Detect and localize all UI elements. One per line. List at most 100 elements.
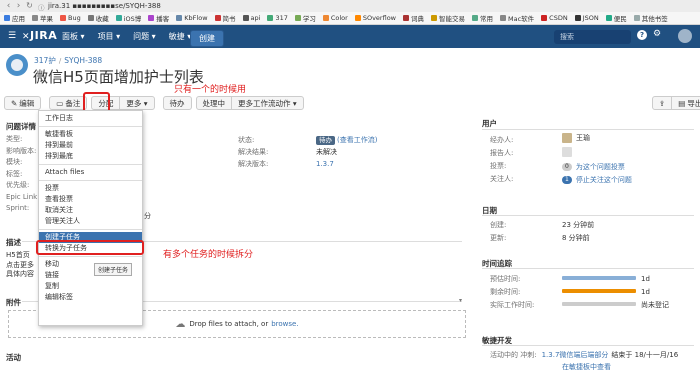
bookmark-label: 应用	[12, 15, 25, 23]
nav-issues[interactable]: 问题 ▾	[133, 31, 156, 42]
todo-button[interactable]: 待办	[162, 96, 192, 110]
browse-link[interactable]: browse.	[271, 320, 298, 328]
remaining-bar	[562, 289, 636, 293]
menu-item-view-votes[interactable]: 查看投票	[39, 194, 142, 205]
details-heading: 问题详情	[6, 122, 36, 131]
bookmark-item[interactable]: iOS博	[115, 13, 141, 23]
people-divider	[482, 129, 694, 130]
info-icon[interactable]: ⓘ	[38, 2, 45, 12]
bookmark-item[interactable]: 词典	[403, 13, 424, 23]
menu-item-vote[interactable]: 投票	[39, 183, 142, 194]
forward-icon[interactable]: ›	[14, 1, 23, 11]
settings-icon[interactable]: ⚙	[653, 29, 661, 39]
comment-button[interactable]: ▭ 备注	[49, 96, 88, 110]
more-button[interactable]: 更多 ▾	[119, 96, 155, 110]
export-button[interactable]: ▤ 导出	[671, 96, 700, 110]
help-icon[interactable]: ?	[637, 30, 647, 40]
view-board-link[interactable]: 在敏捷板中查看	[562, 362, 611, 372]
bookmark-icon	[354, 15, 361, 21]
nav-dashboards[interactable]: 面板 ▾	[62, 31, 85, 42]
url-field[interactable]: jira.31 ▪▪▪▪▪▪▪▪▪se/SYQH-388	[48, 2, 161, 10]
dates-divider	[482, 215, 694, 216]
bookmark-item[interactable]: 317	[267, 14, 288, 22]
bookmark-item[interactable]: JSON	[574, 14, 599, 22]
bookmark-icon	[605, 15, 612, 21]
bookmark-icon	[574, 15, 581, 21]
share-button[interactable]: ⇪	[652, 96, 673, 110]
sprint-link[interactable]: 1.3.7微信端后端部分	[542, 350, 609, 360]
annotation-subtask: 有多个任务的时候拆分	[163, 250, 254, 260]
bookmark-item[interactable]: Color	[322, 14, 348, 22]
estimated-value: 1d	[641, 275, 650, 283]
attachments-options-icon[interactable]: ▾	[459, 297, 462, 304]
in-progress-button[interactable]: 处理中	[195, 96, 233, 110]
sprint-end: 结束于 18/十一月/16	[611, 351, 679, 359]
nav-agile[interactable]: 敏捷 ▾	[169, 31, 192, 42]
description-text: H5首页 点击更多 具体内容	[6, 251, 34, 278]
bookmark-item[interactable]: 便民	[605, 13, 627, 23]
breadcrumb-project[interactable]: 317护	[34, 55, 56, 66]
attachments-heading: 附件	[6, 298, 21, 307]
bookmark-item[interactable]: Bug	[60, 14, 81, 22]
assignee-name[interactable]: 王瑜	[576, 133, 590, 143]
workflow-button[interactable]: 更多工作流动作 ▾	[231, 96, 304, 110]
create-button[interactable]: 创建	[190, 30, 224, 47]
bookmark-item[interactable]: KbFlow	[176, 14, 208, 22]
breadcrumb-separator: /	[58, 56, 62, 65]
comment-icon: ▭	[56, 98, 64, 108]
app-switcher-icon[interactable]: ☰	[8, 31, 16, 41]
bookmark-item[interactable]: 其他书签	[633, 13, 668, 23]
logged-label: 实际工作时间:	[490, 301, 535, 309]
bookmark-item[interactable]: 学习	[294, 13, 316, 23]
menu-item-log-work[interactable]: 工作日志	[39, 113, 142, 124]
reload-icon[interactable]: ↻	[25, 1, 34, 10]
assignee-avatar	[562, 133, 572, 143]
menu-item-manage-watchers[interactable]: 管理关注人	[39, 216, 142, 227]
fix-version-link[interactable]: 1.3.7	[316, 158, 377, 170]
edit-button[interactable]: ✎ 编辑	[4, 96, 42, 110]
bookmark-item[interactable]: 收藏	[87, 13, 109, 23]
created-label: 创建:	[490, 221, 507, 229]
details-labels: 类型: 影响版本: 模块: 标签: 优先级: Epic Link: Sprint…	[6, 135, 40, 212]
breadcrumb-issue-key[interactable]: SYQH-388	[64, 56, 102, 65]
bookmark-label: 播客	[156, 15, 170, 23]
bookmark-item[interactable]: 应用	[4, 13, 25, 23]
view-workflow-link[interactable]: (查看工作流)	[337, 134, 377, 146]
project-avatar[interactable]	[6, 54, 28, 76]
bookmark-icon	[242, 15, 249, 21]
menu-item-agile-board[interactable]: 敏捷看板	[39, 129, 142, 140]
menu-item-attach-files[interactable]: Attach files	[39, 167, 142, 178]
votes-count: 0	[562, 163, 572, 171]
bookmark-item[interactable]: 智能交易	[431, 13, 465, 23]
menu-item-stop-watching[interactable]: 取消关注	[39, 205, 142, 216]
menu-item-rank-top[interactable]: 排到最前	[39, 140, 142, 151]
bookmark-label: 简书	[222, 15, 236, 23]
back-icon[interactable]: ‹	[4, 1, 13, 11]
bookmark-item[interactable]: CSDN	[541, 14, 568, 22]
bookmark-label: 智能交易	[439, 15, 465, 23]
time-divider	[482, 268, 694, 269]
bookmark-item[interactable]: SOverflow	[354, 14, 396, 22]
bookmark-icon	[472, 15, 478, 21]
bookmark-item[interactable]: Mac软件	[500, 13, 534, 23]
menu-item-edit-labels[interactable]: 编辑标签	[39, 292, 142, 303]
bookmark-item[interactable]: 播客	[148, 13, 169, 23]
bookmark-icon	[431, 15, 437, 21]
jira-logo[interactable]: ✕JIRA	[22, 29, 57, 42]
stop-watching-link[interactable]: 停止关注这个问题	[576, 175, 632, 185]
avatar[interactable]	[678, 29, 692, 43]
menu-item-rank-bottom[interactable]: 排到最底	[39, 151, 142, 162]
menu-item-clone[interactable]: 复制	[39, 281, 142, 292]
resolution-label: 解决结果:	[238, 148, 269, 156]
search-input[interactable]: 搜索	[554, 30, 631, 44]
bookmark-item[interactable]: 苹果	[32, 13, 53, 23]
bookmark-item[interactable]: 简书	[214, 13, 236, 23]
bookmark-item[interactable]: api	[242, 14, 260, 22]
bookmark-icon	[87, 15, 94, 21]
bookmark-item[interactable]: 常用	[472, 13, 493, 23]
vote-link[interactable]: 为这个问题投票	[576, 162, 625, 172]
nav-projects[interactable]: 项目 ▾	[98, 31, 121, 42]
bookmark-label: CSDN	[549, 14, 568, 22]
annotation-assign: 只有一个的时候用	[174, 85, 247, 95]
export-icon: ▤	[678, 98, 686, 108]
